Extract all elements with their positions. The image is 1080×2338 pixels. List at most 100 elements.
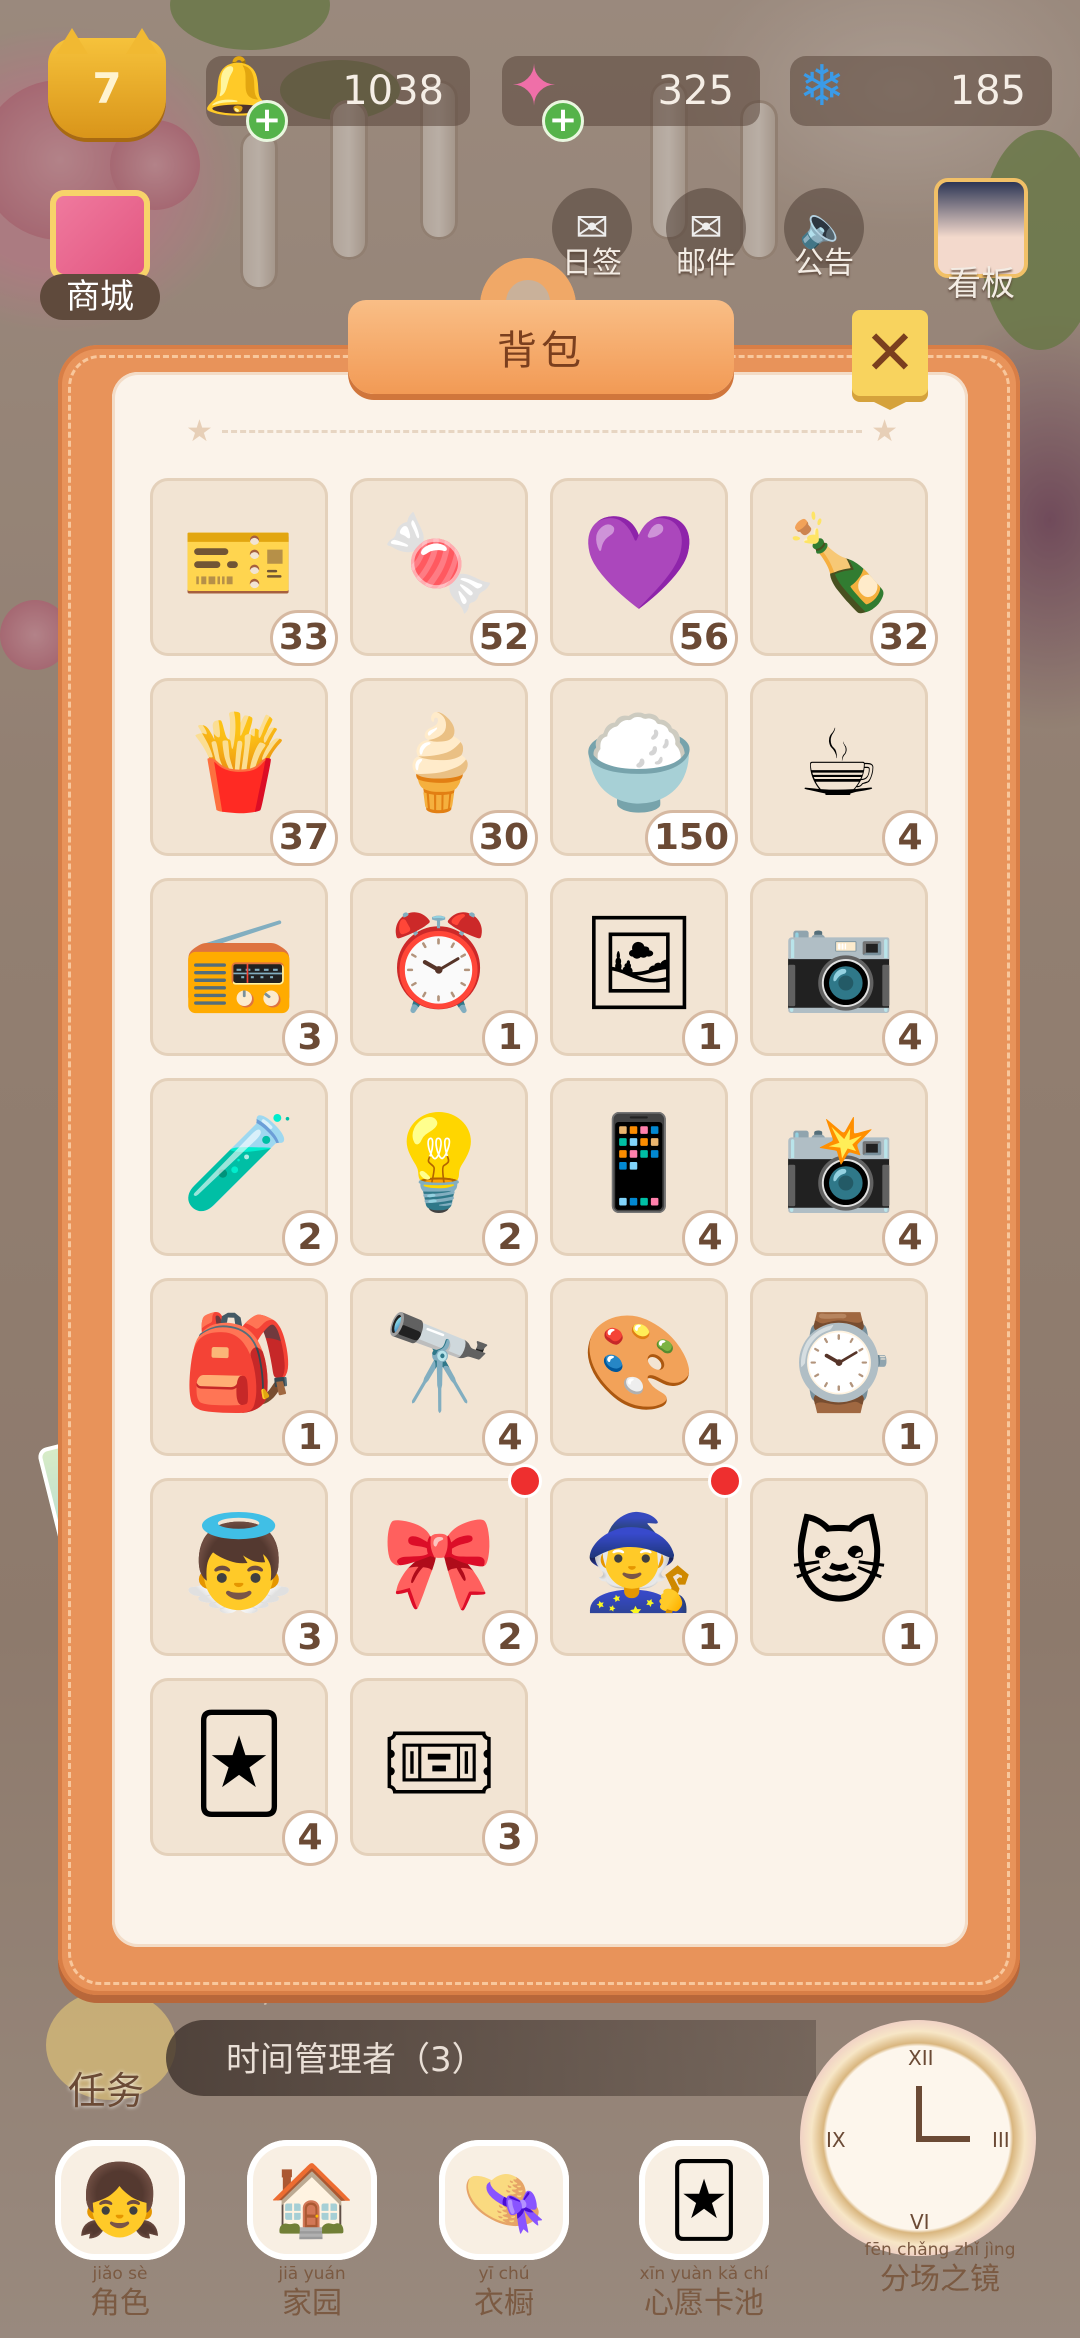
angel-character-icon: 👼 — [181, 1509, 297, 1616]
character-avatar-icon: 👧 — [55, 2140, 185, 2260]
telescope-icon: 🔭 — [381, 1309, 497, 1416]
task-label: 任务 — [68, 2069, 145, 2113]
nav-characters-label: 角色 — [90, 2286, 150, 2321]
inventory-slot[interactable]: 🃏 4 — [150, 1678, 338, 1866]
bear-ice-cream-icon: 🍦 — [381, 709, 497, 816]
item-count-badge: 2 — [482, 1610, 538, 1666]
inventory-slot[interactable]: 🧙 1 — [550, 1464, 742, 1666]
item-count-badge: 4 — [682, 1410, 738, 1466]
item-count-badge: 1 — [682, 1610, 738, 1666]
item-count-badge: 4 — [482, 1410, 538, 1466]
cotton-candy-icon: 🍬 — [381, 509, 497, 616]
item-count-badge: 4 — [882, 1210, 938, 1266]
inventory-slot[interactable]: 🍚 150 — [550, 678, 738, 866]
item-count-badge: 150 — [644, 810, 738, 866]
inventory-slot[interactable]: 🍬 52 — [350, 478, 538, 666]
inventory-slot[interactable]: 🎒 1 — [150, 1278, 338, 1466]
blue-snowflake-icon: ❄ — [798, 53, 846, 119]
nav-home[interactable]: 🏠 jiā yuán 家园 — [232, 2140, 392, 2321]
inventory-slot[interactable]: 🖼 1 — [550, 878, 738, 1066]
item-count-badge: 1 — [682, 1010, 738, 1066]
cat-card-pink-icon: 🐱 — [791, 1509, 887, 1617]
cat-card-blue-icon: 🃏 — [191, 1709, 287, 1817]
inventory-slot[interactable]: 🍦 30 — [350, 678, 538, 866]
heart-balloon-icon: 💜 — [581, 509, 697, 616]
task-text: 时间管理者（3） — [226, 2040, 486, 2080]
retro-camera-icon: 📸 — [781, 1109, 897, 1216]
dialog-title: 背包 — [497, 328, 585, 374]
board-label: 看板 — [947, 264, 1015, 304]
new-item-dot — [708, 1464, 742, 1498]
inventory-slot[interactable]: 👼 3 — [150, 1478, 338, 1666]
item-count-badge: 2 — [482, 1210, 538, 1266]
nav-characters[interactable]: 👧 jiǎo sè 角色 — [40, 2140, 200, 2321]
inventory-slot[interactable]: 🍟 37 — [150, 678, 338, 866]
selfie-stick-icon: 📱 — [581, 1109, 697, 1216]
gift-box-icon — [50, 190, 150, 280]
inventory-slot[interactable]: 📷 4 — [750, 878, 938, 1066]
inventory-slot[interactable]: 🐱 1 — [750, 1478, 938, 1666]
inventory-slot[interactable]: 🍾 32 — [750, 478, 938, 666]
nav-clock-mirror-label: 分场之镜 — [880, 2262, 1000, 2297]
star-gem-counter[interactable]: ✦ + 325 — [502, 54, 760, 142]
notice-button[interactable]: 🔈 公告 — [776, 188, 872, 284]
item-count-badge: 1 — [282, 1410, 338, 1466]
inventory-slot[interactable]: 📱 4 — [550, 1078, 738, 1266]
mail-button[interactable]: ✉ 邮件 — [658, 188, 754, 284]
item-count-badge: 4 — [682, 1210, 738, 1266]
desk-lamp-icon: 💡 — [381, 1109, 497, 1216]
player-level-badge[interactable]: 7 — [48, 28, 166, 138]
nav-card-gacha[interactable]: 🃏 xīn yuàn kǎ chí 心愿卡池 — [624, 2140, 784, 2321]
digital-clock-icon: ⏰ — [381, 909, 497, 1016]
snowflake-counter[interactable]: ❄ 185 — [790, 54, 1052, 126]
item-count-badge: 2 — [282, 1210, 338, 1266]
item-count-badge: 56 — [669, 610, 738, 666]
nav-card-gacha-label: 心愿卡池 — [644, 2286, 764, 2321]
add-star-gem-button[interactable]: + — [542, 100, 584, 142]
item-count-badge: 3 — [482, 1810, 538, 1866]
dialog-title-plate: 背包 — [348, 300, 734, 394]
close-icon: ✕ — [864, 316, 916, 389]
snack-bag-icon: 🍟 — [181, 709, 297, 816]
inventory-slot[interactable]: 🎫 33 — [150, 478, 338, 666]
bell-coin-counter[interactable]: 🔔 + 1038 — [203, 54, 470, 142]
backpack-icon: 🎒 — [181, 1309, 297, 1416]
inventory-slot[interactable]: ⏰ 1 — [350, 878, 538, 1066]
inventory-slot[interactable]: 💡 2 — [350, 1078, 538, 1266]
close-button[interactable]: ✕ — [852, 310, 928, 410]
inventory-slot[interactable]: 📸 4 — [750, 1078, 938, 1266]
item-count-badge: 4 — [882, 810, 938, 866]
inventory-slot[interactable]: 🧪 2 — [150, 1078, 338, 1266]
inventory-slot[interactable]: 🔭 4 — [350, 1278, 538, 1466]
new-item-dot — [508, 1464, 542, 1498]
inventory-slot[interactable]: 🎨 4 — [550, 1278, 738, 1466]
star-gem-value: 325 — [657, 68, 734, 114]
board-button[interactable]: 看板 — [926, 178, 1036, 308]
inventory-slot[interactable]: 📻 3 — [150, 878, 338, 1066]
add-bell-coin-button[interactable]: + — [246, 100, 288, 142]
inventory-slot[interactable]: 💜 56 — [550, 478, 738, 666]
bell-coin-value: 1038 — [342, 68, 444, 114]
bell-ticket-icon: 🎫 — [181, 509, 297, 616]
instant-camera-icon: 📷 — [781, 909, 897, 1016]
item-count-badge: 1 — [882, 1410, 938, 1466]
inventory-slot[interactable]: 🎟 3 — [350, 1678, 538, 1866]
inventory-slot[interactable]: ☕ 4 — [750, 678, 938, 866]
landscape-painting-icon: 🖼 — [580, 909, 698, 1016]
rice-bowl-icon: 🍚 — [581, 709, 697, 816]
item-count-badge: 3 — [282, 1610, 338, 1666]
shop-button[interactable]: 商城 — [36, 190, 166, 330]
task-tracker[interactable]: 1/2 时间管理者（3） 任务 — [46, 1976, 816, 2113]
nav-clock-mirror[interactable]: fēn chǎng zhǐ jìng 分场之镜 — [840, 2236, 1040, 2326]
item-count-badge: 52 — [469, 610, 538, 666]
nav-wardrobe[interactable]: 👒 yī chú 衣橱 — [424, 2140, 584, 2321]
inventory-slot[interactable]: 🎀 2 — [350, 1464, 542, 1666]
cola-bottle-icon: 🍾 — [781, 509, 897, 616]
easel-icon: 🎨 — [581, 1309, 697, 1416]
inventory-slot[interactable]: ⌚ 1 — [750, 1278, 938, 1466]
house-icon: 🏠 — [247, 2140, 377, 2260]
snowflake-value: 185 — [949, 68, 1026, 114]
purple-potion-icon: 🧪 — [181, 1109, 297, 1216]
clock-mirror-icon[interactable]: XII III VI IX — [800, 2020, 1036, 2256]
item-count-badge: 30 — [469, 810, 538, 866]
